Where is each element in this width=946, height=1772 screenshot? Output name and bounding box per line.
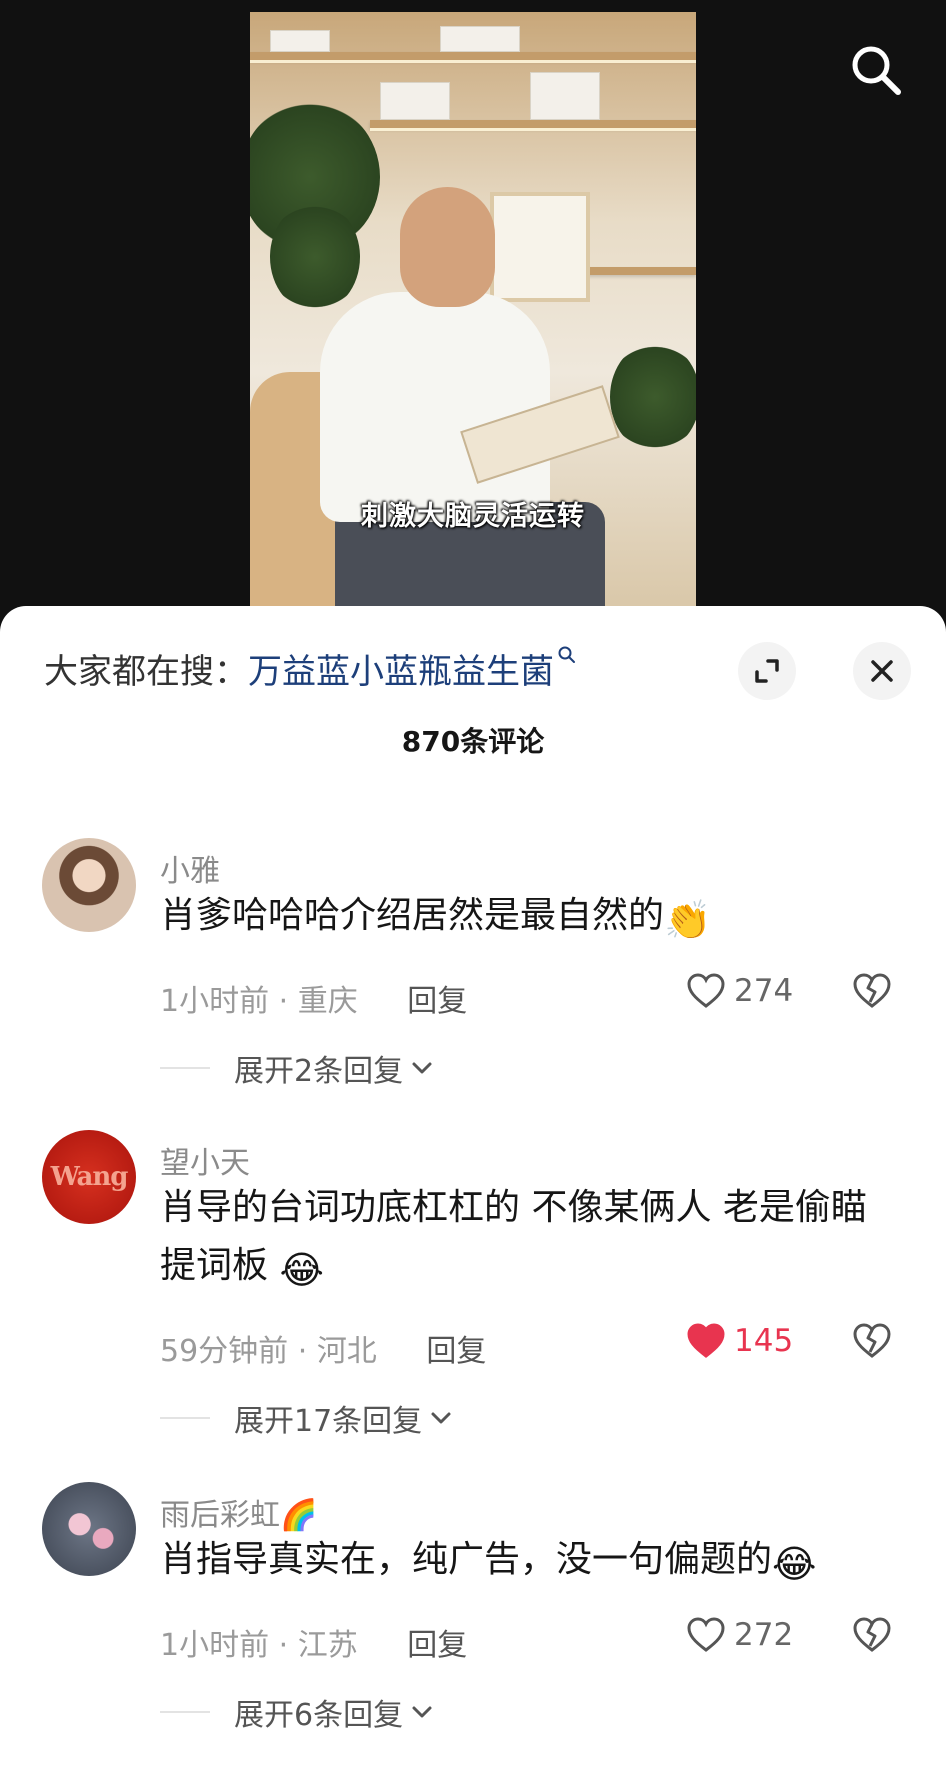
avatar[interactable] xyxy=(42,838,136,932)
expand-replies-label: 展开17条回复 xyxy=(234,1404,423,1439)
comment-username-text: 雨后彩虹 xyxy=(160,1498,280,1533)
username-emoji: 🌈 xyxy=(280,1498,318,1533)
close-button[interactable] xyxy=(853,642,911,700)
like-count: 274 xyxy=(734,973,794,1009)
comment-meta: 1小时前 · 江苏 回复 xyxy=(160,1620,467,1664)
comment-emoji: 😂 xyxy=(279,1248,324,1292)
comment-time: 59分钟前 xyxy=(160,1334,289,1369)
chevron-down-icon xyxy=(431,1412,451,1424)
books xyxy=(440,26,520,52)
meta-separator: · xyxy=(278,984,298,1019)
comment-text-body: 肖导的台词功底杠杠的 不像某俩人 老是偷瞄提词板 xyxy=(160,1187,867,1286)
comment-text: 肖指导真实在，纯广告，没一句偏题的😂 xyxy=(160,1531,900,1589)
wall-art xyxy=(490,192,590,302)
video-subtitle: 刺激大脑灵活运转 xyxy=(361,501,585,532)
plant xyxy=(270,202,360,312)
broken-heart-icon xyxy=(853,1617,891,1652)
expand-replies-button[interactable]: 展开2条回复 xyxy=(160,1046,435,1090)
person-head xyxy=(400,187,495,307)
meta-separator: · xyxy=(297,1334,317,1369)
dislike-button[interactable] xyxy=(852,1322,892,1364)
books xyxy=(270,30,330,52)
meta-separator: · xyxy=(278,1628,298,1663)
comment-emoji: 👏 xyxy=(664,898,712,942)
person-shirt xyxy=(320,292,550,522)
dislike-button[interactable] xyxy=(852,972,892,1014)
avatar[interactable]: Wang xyxy=(42,1130,136,1224)
video-frame[interactable]: 刺激大脑灵活运转 xyxy=(250,12,696,612)
comment-username[interactable]: 望小天 xyxy=(160,1138,250,1182)
like-button[interactable]: 272 xyxy=(686,1616,793,1654)
hot-search-term[interactable]: 万益蓝小蓝瓶益生菌 xyxy=(248,652,554,692)
heart-filled-icon xyxy=(687,1323,725,1358)
like-count: 272 xyxy=(734,1617,794,1653)
comment-username[interactable]: 雨后彩虹🌈 xyxy=(160,1490,317,1534)
avatar[interactable] xyxy=(42,1482,136,1576)
like-button[interactable]: 274 xyxy=(686,972,793,1010)
books xyxy=(530,72,600,120)
fullscreen-button[interactable] xyxy=(738,642,796,700)
comment-text: 肖导的台词功底杠杠的 不像某俩人 老是偷瞄提词板 😂 xyxy=(160,1179,900,1295)
comment-text-body: 肖爹哈哈哈介绍居然是最自然的 xyxy=(160,895,665,936)
comment-time: 1小时前 xyxy=(160,984,270,1019)
broken-heart-icon xyxy=(853,973,891,1008)
shelf-light xyxy=(370,128,696,131)
divider xyxy=(160,1067,210,1069)
shelf xyxy=(250,52,696,60)
close-icon xyxy=(871,660,893,682)
avatar-text: Wang xyxy=(50,1162,129,1192)
chevron-down-icon xyxy=(412,1062,432,1074)
divider xyxy=(160,1417,210,1419)
broken-heart-icon xyxy=(853,1323,891,1358)
plant xyxy=(610,342,696,452)
comment-location: 重庆 xyxy=(297,984,358,1019)
heart-outline-icon xyxy=(687,973,725,1008)
comment-emoji: 😂 xyxy=(772,1542,817,1586)
search-icon xyxy=(852,46,901,95)
expand-replies-label: 展开6条回复 xyxy=(234,1698,404,1733)
reply-button[interactable]: 回复 xyxy=(426,1334,486,1369)
comment-username[interactable]: 小雅 xyxy=(160,846,220,890)
shelf-light xyxy=(250,60,696,63)
heart-outline-icon xyxy=(687,1617,725,1652)
comment-time: 1小时前 xyxy=(160,1628,270,1663)
search-button[interactable] xyxy=(846,40,906,100)
comment-text-body: 肖指导真实在，纯广告，没一句偏题的 xyxy=(160,1539,773,1580)
comment-meta: 59分钟前 · 河北 回复 xyxy=(160,1326,486,1370)
like-button[interactable]: 145 xyxy=(686,1322,793,1360)
comment-meta: 1小时前 · 重庆 回复 xyxy=(160,976,467,1020)
reply-button[interactable]: 回复 xyxy=(407,984,467,1019)
hot-search-prefix: 大家都在搜： xyxy=(44,652,248,692)
hot-search-bar[interactable]: 大家都在搜：万益蓝小蓝瓶益生菌 xyxy=(44,644,578,693)
expand-replies-button[interactable]: 展开6条回复 xyxy=(160,1690,435,1734)
expand-replies-label: 展开2条回复 xyxy=(234,1054,404,1089)
chevron-down-icon xyxy=(412,1706,432,1718)
comment-sheet: 大家都在搜：万益蓝小蓝瓶益生菌 870条评论 小雅 肖爹哈哈哈介绍居然是最自然的… xyxy=(0,606,946,1772)
comment-text: 肖爹哈哈哈介绍居然是最自然的👏 xyxy=(160,887,900,945)
books xyxy=(380,82,450,120)
divider xyxy=(160,1711,210,1713)
expand-replies-button[interactable]: 展开17条回复 xyxy=(160,1396,454,1440)
search-icon xyxy=(558,646,575,663)
dislike-button[interactable] xyxy=(852,1616,892,1658)
comment-location: 河北 xyxy=(316,1334,377,1369)
comment-location: 江苏 xyxy=(297,1628,358,1663)
reply-button[interactable]: 回复 xyxy=(407,1628,467,1663)
video-player[interactable]: 刺激大脑灵活运转 xyxy=(0,0,946,620)
shelf xyxy=(370,120,696,128)
like-count: 145 xyxy=(734,1323,794,1359)
comment-count: 870条评论 xyxy=(401,725,545,758)
expand-icon xyxy=(755,659,779,683)
